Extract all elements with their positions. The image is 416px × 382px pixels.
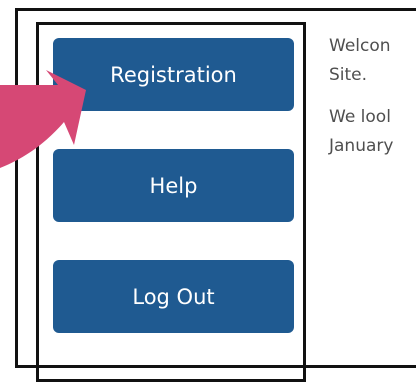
welcome-line-1: Welcon <box>329 36 391 56</box>
look-forward-line-1: We lool <box>329 107 391 127</box>
look-forward-text: We lool January <box>329 103 416 161</box>
welcome-line-2: Site. <box>329 65 368 85</box>
welcome-content: Welcon Site. We lool January <box>329 32 416 161</box>
welcome-text: Welcon Site. <box>329 32 416 90</box>
look-forward-line-2: January <box>329 136 394 156</box>
arrow-icon <box>0 70 86 168</box>
log-out-button[interactable]: Log Out <box>53 260 294 333</box>
